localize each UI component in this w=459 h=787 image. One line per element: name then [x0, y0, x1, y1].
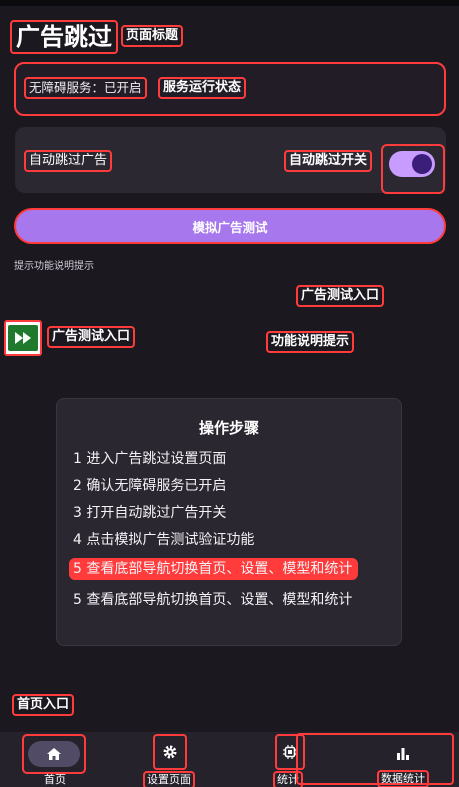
steps-panel: 操作步骤 1 进入广告跳过设置页面 2 确认无障碍服务已开启 3 打开自动跳过广…: [56, 398, 402, 646]
feature-hint-text: 提示功能说明提示: [14, 261, 94, 272]
nav-stats-label: 数据统计: [377, 770, 429, 787]
nav-home-label: 首页: [44, 773, 66, 786]
nav-stats-button[interactable]: [296, 733, 454, 785]
toggle-knob: [412, 154, 432, 174]
step-item: 3 打开自动跳过广告开关: [73, 505, 227, 521]
service-status-text: 无障碍服务：已开启: [24, 77, 147, 99]
ad-test-entry-annotation-top: 广告测试入口: [296, 285, 385, 307]
step-item: 1 进入广告跳过设置页面: [73, 451, 227, 467]
auto-skip-toggle[interactable]: [389, 151, 435, 177]
ad-test-entry-annotation-side: 广告测试入口: [47, 326, 136, 348]
step-item-highlighted: 5 查看底部导航切换首页、设置、模型和统计: [69, 558, 359, 580]
step-item: 5 查看底部导航切换首页、设置、模型和统计: [73, 592, 353, 608]
steps-title: 操作步骤: [198, 419, 259, 437]
home-icon: [47, 748, 61, 760]
auto-skip-annotation: 自动跳过开关: [284, 150, 373, 172]
nav-settings-button[interactable]: [153, 734, 187, 770]
home-entry-annotation: 首页入口: [12, 694, 75, 716]
auto-skip-label: 自动跳过广告: [24, 150, 113, 172]
simulate-ad-test-button[interactable]: 模拟广告测试: [14, 208, 446, 244]
service-status-annotation: 服务运行状态: [158, 77, 247, 99]
auto-skip-toggle-frame: [381, 144, 445, 194]
step-item: 4 点击模拟广告测试验证功能: [73, 532, 255, 548]
nav-home-button[interactable]: [28, 741, 80, 767]
status-bar: [0, 0, 459, 6]
step-item: 2 确认无障碍服务已开启: [73, 478, 227, 494]
page-title-annotation: 页面标题: [121, 25, 184, 47]
fast-forward-icon: [15, 332, 31, 344]
screen: 广告跳过 页面标题 无障碍服务：已开启 服务运行状态 自动跳过广告 自动跳过开关…: [0, 0, 459, 787]
feature-hint-annotation: 功能说明提示: [266, 331, 355, 353]
page-title: 广告跳过: [10, 20, 118, 54]
nav-settings-label: 设置页面: [143, 771, 195, 787]
gear-icon: [163, 745, 177, 759]
ad-test-entry-button[interactable]: [4, 320, 42, 356]
bar-chart-icon: [397, 748, 409, 760]
